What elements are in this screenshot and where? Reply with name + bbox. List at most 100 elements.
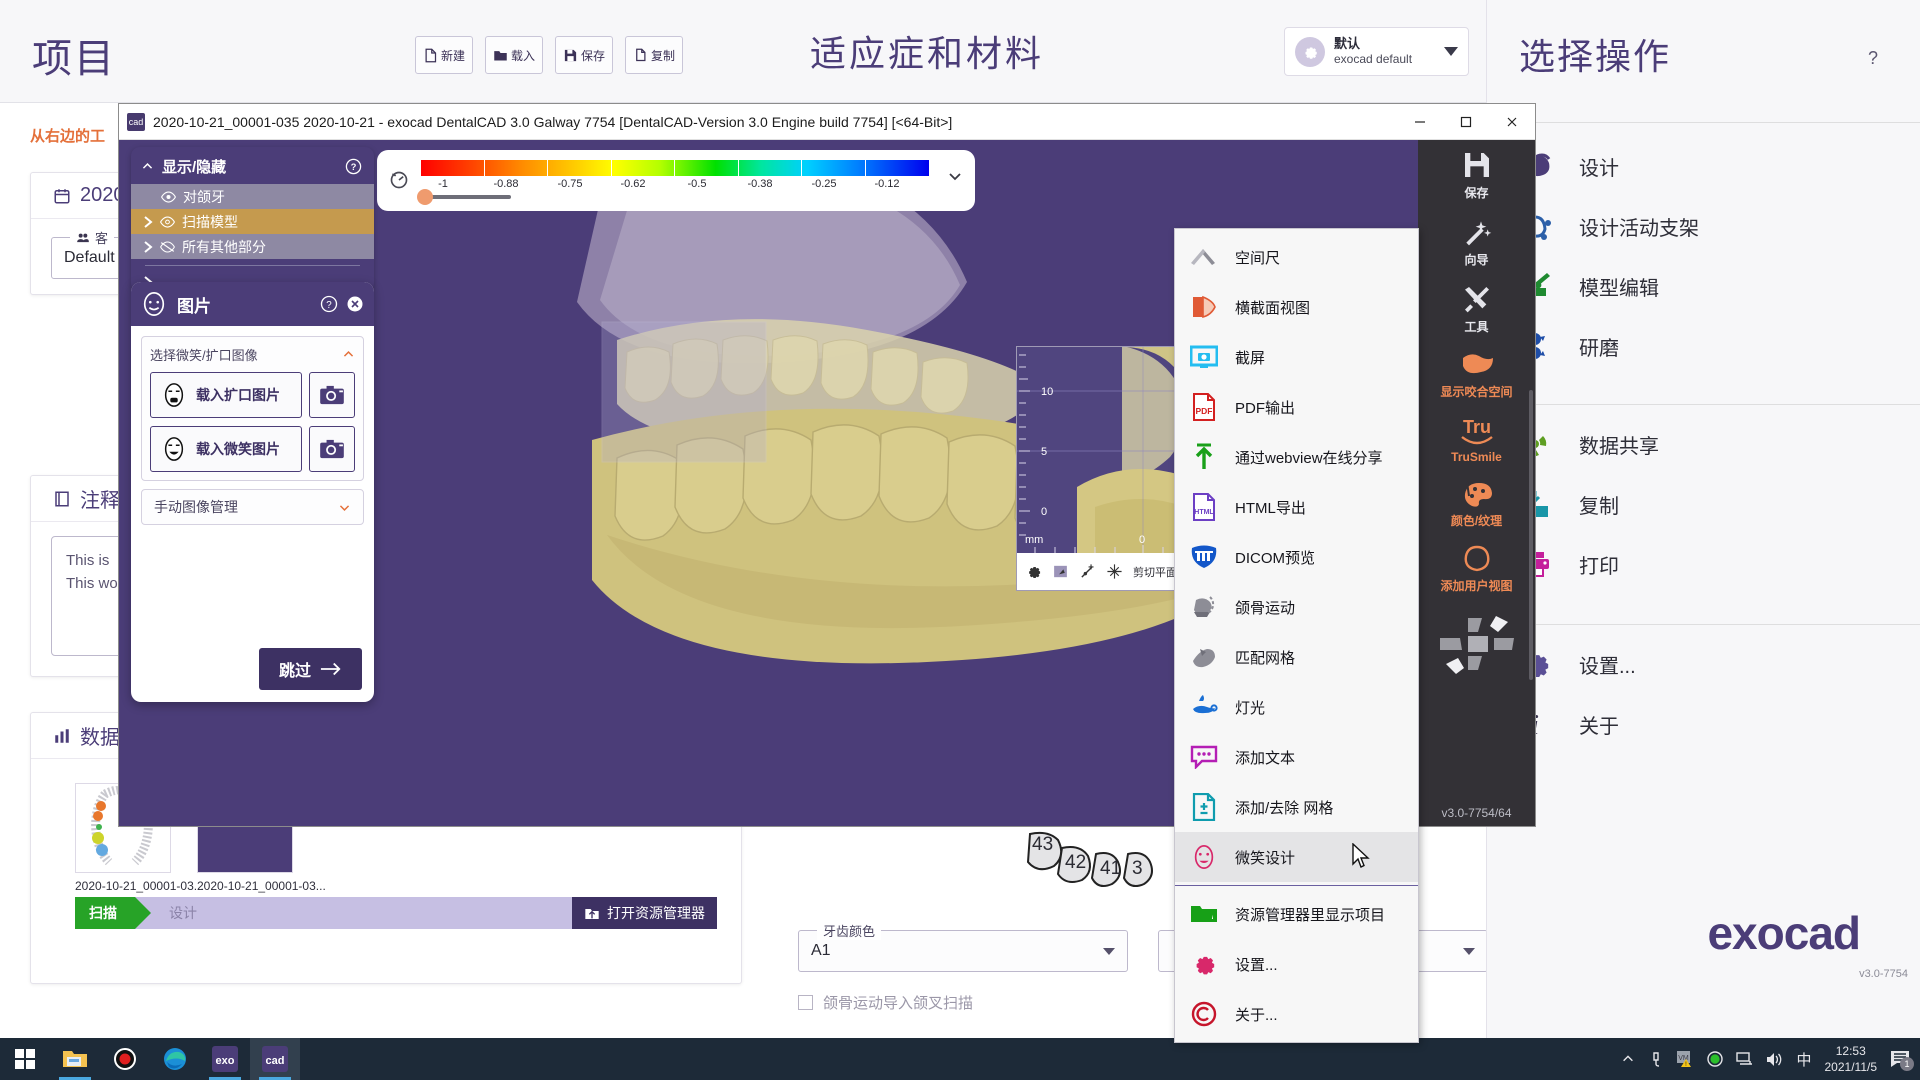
show-hide-row-antagonist[interactable]: 对颌牙 bbox=[131, 184, 374, 209]
workflow-step-design[interactable]: 设计 bbox=[169, 903, 197, 923]
cad-tool-add-user-view[interactable]: 添加用户视图 bbox=[1418, 535, 1535, 600]
copy-project-button[interactable]: 复制 bbox=[625, 36, 683, 74]
svg-text:?: ? bbox=[351, 162, 357, 172]
load-project-button[interactable]: 载入 bbox=[485, 36, 543, 74]
color-scale-knob[interactable] bbox=[417, 189, 433, 205]
cad-tool-trusmile[interactable]: Tru TruSmile bbox=[1418, 406, 1535, 470]
eye-off-icon[interactable] bbox=[160, 240, 175, 253]
gauge-icon[interactable] bbox=[389, 170, 409, 190]
tooth-number[interactable]: 43 bbox=[1032, 834, 1053, 856]
tooth-color-select[interactable]: 牙齿颜色 A1 bbox=[798, 921, 1128, 972]
image-select-group-header[interactable]: 选择微笑/扩口图像 bbox=[150, 345, 355, 364]
taskbar-clock[interactable]: 12:53 2021/11/5 bbox=[1825, 1043, 1878, 1075]
tooth-number[interactable]: 42 bbox=[1065, 852, 1086, 874]
divider bbox=[1509, 624, 1920, 625]
vm-warning-icon[interactable]: VM! bbox=[1677, 1051, 1694, 1067]
taskbar-file-explorer[interactable] bbox=[50, 1038, 100, 1080]
gear-icon[interactable] bbox=[1025, 563, 1042, 580]
speaker-icon[interactable] bbox=[1766, 1052, 1783, 1067]
client-legend-text: 客 bbox=[95, 231, 109, 246]
menu-item-lighting[interactable]: 灯光 bbox=[1175, 682, 1418, 732]
color-scale-bar[interactable]: -1 -0.88 -0.75 -0.62 -0.5 -0.38 -0.25 -0… bbox=[377, 150, 975, 211]
close-icon[interactable] bbox=[346, 295, 364, 313]
show-hide-header[interactable]: 显示/隐藏 ? bbox=[131, 153, 374, 184]
menu-item-ruler[interactable]: 空间尺 bbox=[1175, 232, 1418, 282]
operation-item-model-edit[interactable]: 模型编辑 bbox=[1515, 266, 1659, 306]
camera-icon[interactable] bbox=[309, 372, 355, 418]
new-project-button[interactable]: 新建 bbox=[415, 36, 473, 74]
workflow-step-scan[interactable]: 扫描 bbox=[75, 897, 135, 929]
copy-project-label: 复制 bbox=[650, 48, 675, 63]
help-circle-icon[interactable]: ? bbox=[320, 295, 338, 313]
eye-icon[interactable] bbox=[160, 215, 175, 228]
chevron-down-icon[interactable] bbox=[338, 501, 351, 514]
green-circle-icon[interactable] bbox=[1707, 1051, 1724, 1067]
menu-item-smile-design[interactable]: 微笑设计 bbox=[1175, 832, 1418, 882]
cad-tool-tools[interactable]: 工具 bbox=[1418, 274, 1535, 341]
operation-item-data-share[interactable]: 数据共享 bbox=[1515, 424, 1659, 464]
menu-item-about[interactable]: 关于... bbox=[1175, 989, 1418, 1039]
load-smile-image-button[interactable]: 载入微笑图片 bbox=[150, 426, 302, 472]
tooth-number[interactable]: 41 bbox=[1100, 858, 1121, 880]
skip-button[interactable]: 跳过 bbox=[258, 648, 362, 690]
menu-item-add-text[interactable]: 添加文本 bbox=[1175, 732, 1418, 782]
tooth-number[interactable]: 3 bbox=[1132, 858, 1143, 880]
close-button[interactable] bbox=[1489, 104, 1535, 140]
show-hide-row-all-others[interactable]: 所有其他部分 bbox=[131, 234, 374, 259]
cad-tool-label: 显示咬合空间 bbox=[1440, 385, 1513, 399]
chevron-right-icon[interactable] bbox=[143, 215, 153, 228]
toolbar-scrollbar[interactable] bbox=[1529, 390, 1533, 680]
ime-indicator[interactable]: 中 bbox=[1796, 1049, 1811, 1070]
axis-icon[interactable] bbox=[1079, 563, 1096, 580]
save-project-button[interactable]: 保存 bbox=[555, 36, 613, 74]
nav-cube-icon[interactable] bbox=[1418, 606, 1535, 680]
camera-icon[interactable] bbox=[309, 426, 355, 472]
menu-item-add-remove-mesh[interactable]: 添加/去除 网格 bbox=[1175, 782, 1418, 832]
color-scale-slider[interactable] bbox=[421, 195, 511, 199]
minimize-button[interactable] bbox=[1397, 104, 1443, 140]
maximize-button[interactable] bbox=[1443, 104, 1489, 140]
move-icon[interactable] bbox=[1106, 563, 1123, 580]
taskbar-exo-app[interactable]: exo bbox=[200, 1038, 250, 1080]
menu-item-jaw-motion[interactable]: 颌骨运动 bbox=[1175, 582, 1418, 632]
menu-item-match-mesh[interactable]: 匹配网格 bbox=[1175, 632, 1418, 682]
plane-icon[interactable] bbox=[1052, 563, 1069, 580]
cad-tool-occlusion[interactable]: 显示咬合空间 bbox=[1418, 341, 1535, 406]
help-icon[interactable]: ? bbox=[1868, 48, 1878, 69]
chevron-right-icon[interactable] bbox=[143, 240, 153, 253]
chevron-up-icon[interactable] bbox=[342, 348, 355, 361]
load-retractor-image-button[interactable]: 载入扩口图片 bbox=[150, 372, 302, 418]
eye-icon[interactable] bbox=[161, 190, 176, 203]
menu-item-pdf-export[interactable]: PDF PDF输出 bbox=[1175, 382, 1418, 432]
svg-text:10: 10 bbox=[1041, 386, 1053, 398]
cad-tool-wizard[interactable]: 向导 bbox=[1418, 207, 1535, 274]
manual-image-management[interactable]: 手动图像管理 bbox=[141, 489, 364, 525]
menu-item-settings[interactable]: 设置... bbox=[1175, 939, 1418, 989]
network-icon[interactable] bbox=[1736, 1051, 1753, 1067]
cad-tool-save[interactable]: 保存 bbox=[1418, 140, 1535, 207]
menu-item-show-in-explorer[interactable]: 资源管理器里显示项目 bbox=[1175, 889, 1418, 939]
usb-icon[interactable] bbox=[1648, 1051, 1664, 1067]
start-button[interactable] bbox=[0, 1038, 50, 1080]
chevron-up-icon[interactable] bbox=[141, 160, 154, 173]
taskbar-record[interactable] bbox=[100, 1038, 150, 1080]
open-explorer-button[interactable]: 打开资源管理器 bbox=[572, 897, 717, 929]
dentalcad-titlebar[interactable]: cad 2020-10-21_00001-035 2020-10-21 - ex… bbox=[119, 104, 1535, 140]
profile-selector[interactable]: 默认 exocad default bbox=[1284, 27, 1469, 76]
notifications-button[interactable]: 1 bbox=[1890, 1050, 1914, 1071]
menu-item-dicom-preview[interactable]: DICOM预览 bbox=[1175, 532, 1418, 582]
operation-item-partial-framework[interactable]: 设计活动支架 bbox=[1515, 206, 1699, 246]
taskbar-edge[interactable] bbox=[150, 1038, 200, 1080]
cad-tool-color-texture[interactable]: 颜色/纹理 bbox=[1418, 470, 1535, 535]
help-circle-icon[interactable]: ? bbox=[345, 158, 362, 175]
menu-item-screenshot[interactable]: 截屏 bbox=[1175, 332, 1418, 382]
jaw-motion-checkbox[interactable]: 颌骨运动导入颌叉扫描 bbox=[798, 992, 973, 1013]
show-hide-row-scan-model[interactable]: 扫描模型 bbox=[131, 209, 374, 234]
menu-item-html-export[interactable]: HTML HTML导出 bbox=[1175, 482, 1418, 532]
menu-item-webview-share[interactable]: 通过webview在线分享 bbox=[1175, 432, 1418, 482]
menu-item-cross-section[interactable]: 横截面视图 bbox=[1175, 282, 1418, 332]
chevron-down-icon[interactable] bbox=[947, 168, 963, 184]
chevron-up-icon[interactable] bbox=[1621, 1052, 1635, 1066]
screenshot-icon bbox=[1189, 342, 1219, 372]
taskbar-cad-app[interactable]: cad bbox=[250, 1038, 300, 1080]
